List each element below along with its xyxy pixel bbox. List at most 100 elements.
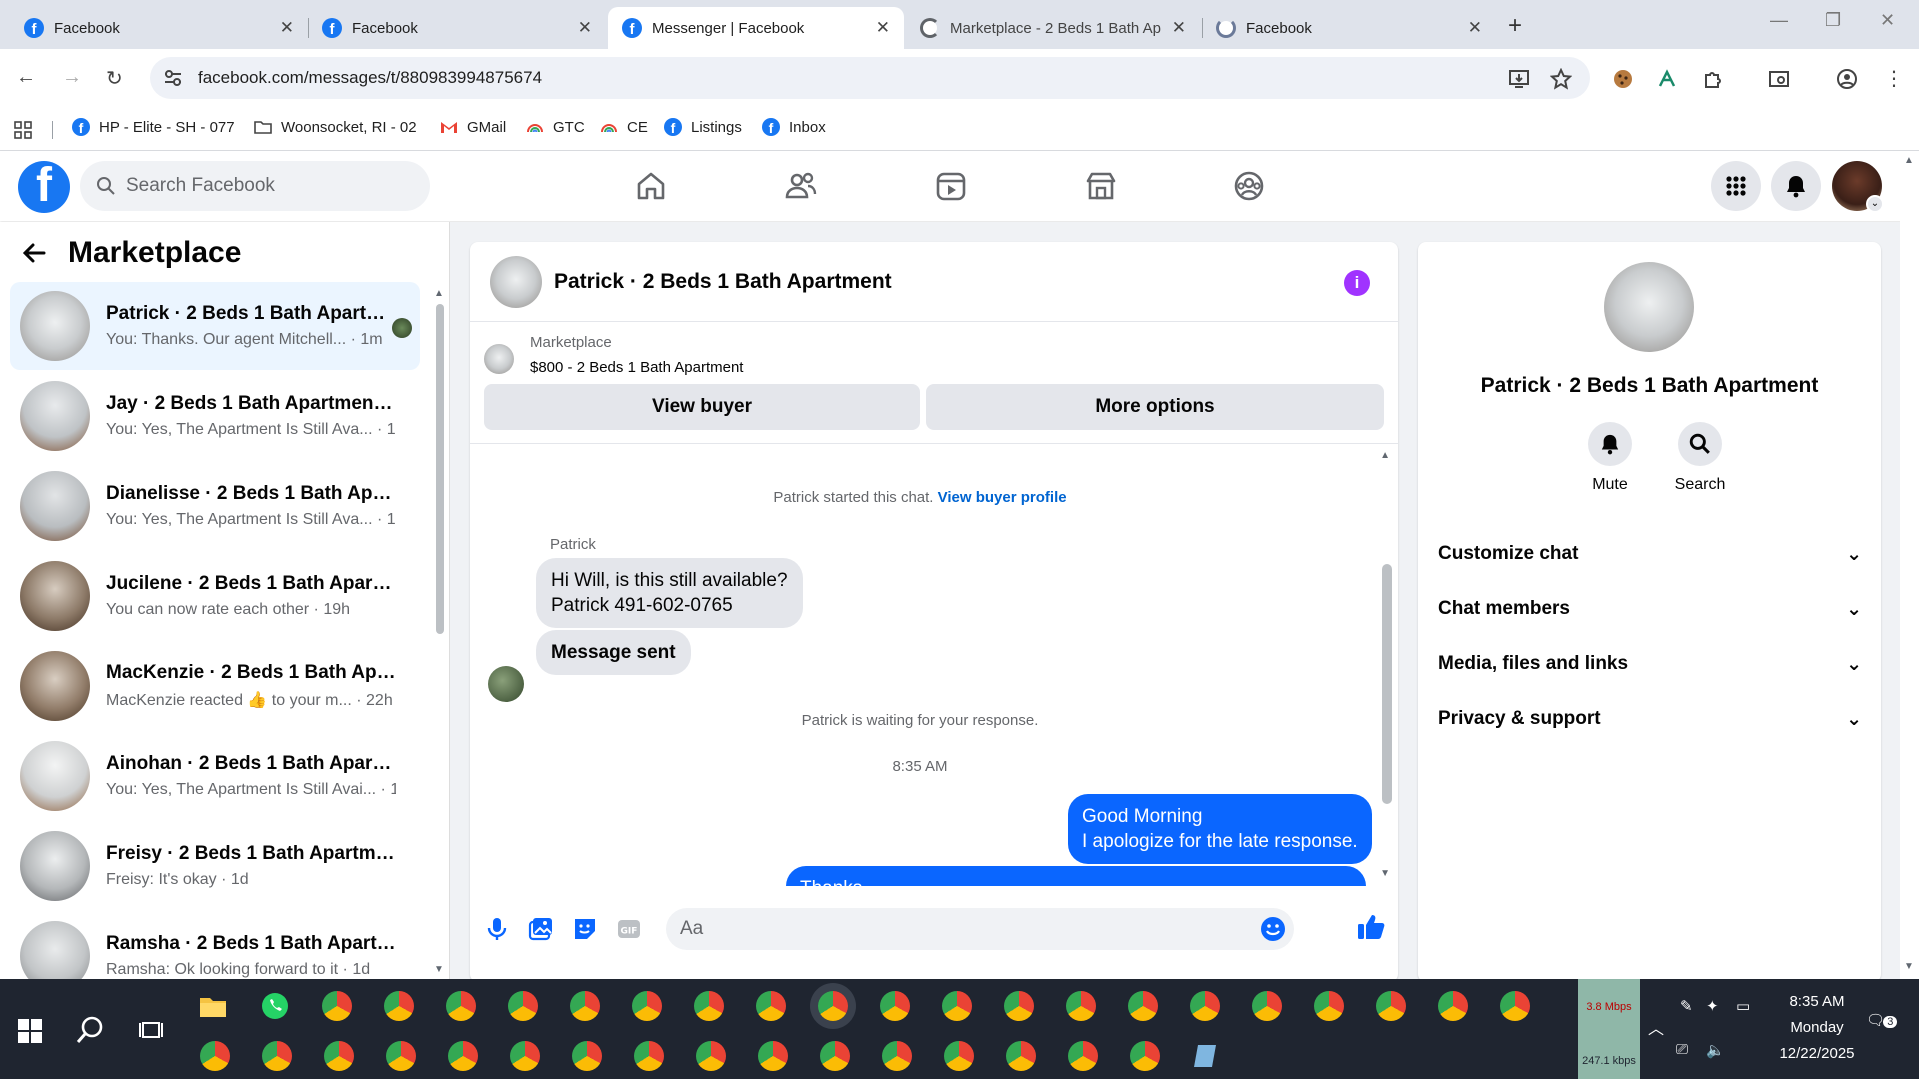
chrome-icon[interactable]	[1004, 991, 1034, 1021]
message-input[interactable]	[680, 918, 1240, 940]
restore-icon[interactable]: ❐	[1825, 10, 1841, 31]
gif-icon[interactable]: GIF	[616, 916, 642, 942]
volume-icon[interactable]: 🔈	[1706, 1041, 1725, 1059]
account-avatar[interactable]: ⌄	[1832, 161, 1884, 213]
scroll-down-arrow[interactable]: ▼	[1380, 868, 1390, 879]
chrome-icon[interactable]	[1190, 991, 1220, 1021]
close-window-icon[interactable]: ✕	[1880, 10, 1895, 31]
chrome-icon[interactable]	[384, 991, 414, 1021]
menu-grid-button[interactable]	[1711, 161, 1761, 211]
chrome-icon[interactable]	[200, 1041, 230, 1071]
like-thumb-icon[interactable]	[1356, 912, 1386, 942]
back-icon[interactable]: ←	[16, 66, 36, 89]
chrome-icon[interactable]	[1006, 1041, 1036, 1071]
chrome-icon[interactable]	[944, 1041, 974, 1071]
clock[interactable]: 8:35 AM Monday 12/22/2025	[1762, 989, 1872, 1067]
chrome-icon[interactable]	[696, 1041, 726, 1071]
chrome-icon[interactable]	[446, 991, 476, 1021]
new-tab-button[interactable]: +	[1508, 12, 1522, 40]
browser-tab-active[interactable]: f Messenger | Facebook ✕	[608, 7, 904, 49]
chrome-icon[interactable]	[386, 1041, 416, 1071]
notifications-button[interactable]	[1771, 161, 1821, 211]
conversation-item[interactable]: Patrick · 2 Beds 1 Bath Apartm... You: Th…	[10, 282, 420, 370]
scroll-up-arrow[interactable]: ▲	[1380, 450, 1390, 461]
chrome-icon[interactable]	[1128, 991, 1158, 1021]
bookmark-inbox[interactable]: f Inbox	[762, 118, 826, 136]
conversation-item[interactable]: Ramsha · 2 Beds 1 Bath Apartme... Ramsha:…	[10, 912, 420, 979]
bookmark-woonsocket[interactable]: Woonsocket, RI - 02	[254, 118, 417, 136]
close-tab-icon[interactable]: ✕	[578, 18, 592, 38]
scroll-up-arrow[interactable]: ▲	[1904, 155, 1914, 166]
address-bar[interactable]: facebook.com/messages/t/880983994875674	[150, 57, 1590, 99]
chrome-icon[interactable]	[632, 991, 662, 1021]
search-input[interactable]	[126, 175, 386, 197]
bookmark-listings[interactable]: f Listings	[664, 118, 742, 136]
browser-tab-1[interactable]: f Facebook ✕	[10, 7, 308, 49]
file-explorer-icon[interactable]	[198, 991, 228, 1021]
chrome-icon[interactable]	[758, 1041, 788, 1071]
chrome-icon[interactable]	[1500, 991, 1530, 1021]
chrome-icon[interactable]	[1066, 991, 1096, 1021]
conversation-item[interactable]: Jay · 2 Beds 1 Bath Apartment fo... You: …	[10, 372, 420, 460]
facebook-search[interactable]	[80, 161, 430, 211]
friends-icon[interactable]	[784, 169, 818, 203]
show-hidden-icons[interactable]: ︿	[1648, 1015, 1664, 1039]
scroll-down-arrow[interactable]: ▼	[1904, 961, 1914, 972]
chrome-icon[interactable]	[820, 1041, 850, 1071]
chrome-icon[interactable]	[818, 991, 848, 1021]
extension-icon[interactable]	[1656, 68, 1678, 90]
cookie-extension-icon[interactable]	[1612, 68, 1634, 90]
minimize-icon[interactable]: —	[1770, 10, 1788, 31]
chrome-icon[interactable]	[880, 991, 910, 1021]
video-icon[interactable]	[934, 169, 968, 203]
profile-icon[interactable]	[1836, 68, 1858, 90]
chrome-icon[interactable]	[262, 1041, 292, 1071]
browser-tab-5[interactable]: Facebook ✕	[1202, 7, 1496, 49]
chrome-icon[interactable]	[570, 991, 600, 1021]
info-icon[interactable]: i	[1344, 270, 1370, 296]
site-settings-icon[interactable]	[164, 70, 182, 86]
scroll-down-arrow[interactable]: ▼	[434, 964, 444, 975]
close-tab-icon[interactable]: ✕	[876, 18, 890, 38]
more-options-button[interactable]: More options	[926, 384, 1384, 430]
conversation-item[interactable]: Freisy · 2 Beds 1 Bath Apartment... Freis…	[10, 822, 420, 910]
chat-title[interactable]: Patrick · 2 Beds 1 Bath Apartment	[554, 270, 892, 294]
bookmark-ce[interactable]: CE	[600, 118, 648, 136]
install-app-icon[interactable]	[1508, 68, 1530, 90]
browser-tab-2[interactable]: f Facebook ✕	[308, 7, 606, 49]
view-buyer-profile-link[interactable]: View buyer profile	[938, 489, 1067, 506]
sender-avatar[interactable]	[488, 666, 524, 702]
chrome-icon[interactable]	[1376, 991, 1406, 1021]
bookmark-gmail[interactable]: GMail	[440, 118, 506, 136]
chrome-icon[interactable]	[942, 991, 972, 1021]
sticker-icon[interactable]	[572, 916, 598, 942]
pen-icon[interactable]: ✎	[1680, 997, 1693, 1015]
extensions-puzzle-icon[interactable]	[1702, 68, 1724, 90]
facebook-logo[interactable]: f	[18, 161, 70, 213]
windows-start-icon[interactable]	[18, 1019, 42, 1043]
chrome-icon[interactable]	[1438, 991, 1468, 1021]
forward-icon[interactable]: →	[62, 66, 82, 89]
conversation-item[interactable]: Ainohan · 2 Beds 1 Bath Apartm... You: Ye…	[10, 732, 420, 820]
listing-thumbnail[interactable]	[1604, 262, 1694, 352]
scroll-up-arrow[interactable]: ▲	[434, 288, 444, 299]
emoji-icon[interactable]	[1260, 916, 1286, 942]
chrome-icon[interactable]	[572, 1041, 602, 1071]
chrome-icon[interactable]	[1130, 1041, 1160, 1071]
groups-icon[interactable]	[1232, 169, 1266, 203]
close-tab-icon[interactable]: ✕	[280, 18, 294, 38]
chrome-icon[interactable]	[694, 991, 724, 1021]
network-icon[interactable]: ⎚	[1676, 1041, 1688, 1058]
microphone-icon[interactable]	[484, 916, 510, 942]
message-scrollbar[interactable]	[1382, 564, 1392, 804]
chrome-icon[interactable]	[510, 1041, 540, 1071]
menu-kebab-icon[interactable]: ⋮	[1884, 66, 1904, 91]
photo-icon[interactable]	[528, 916, 554, 942]
privacy-support-section[interactable]: Privacy & support ⌄	[1438, 697, 1862, 741]
message-input-container[interactable]	[666, 908, 1294, 950]
back-arrow-icon[interactable]	[22, 242, 46, 264]
marketplace-icon[interactable]	[1084, 169, 1118, 203]
search-conversation-button[interactable]: Search	[1660, 422, 1740, 494]
chrome-icon[interactable]	[1314, 991, 1344, 1021]
view-buyer-button[interactable]: View buyer	[484, 384, 920, 430]
